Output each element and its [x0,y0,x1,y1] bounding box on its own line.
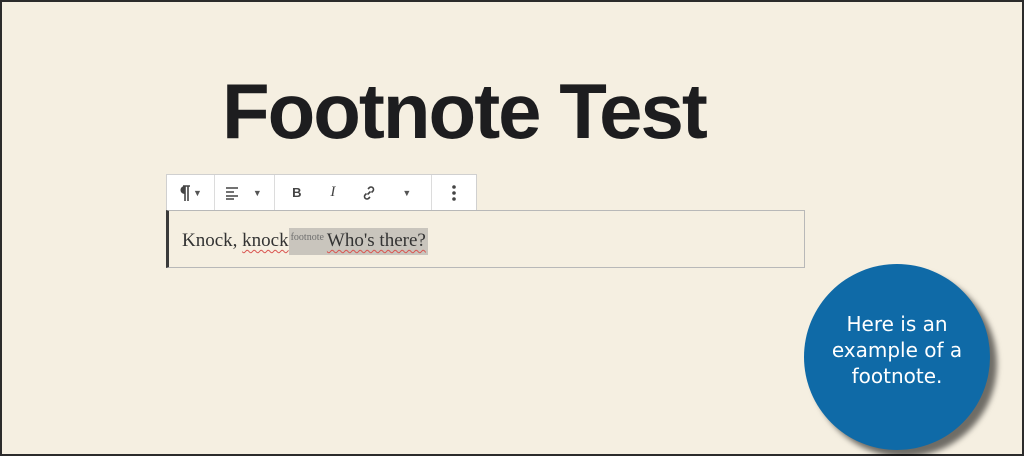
footnote-content: Who's there? [326,230,426,251]
vertical-ellipsis-icon [452,184,456,201]
link-icon [363,185,375,200]
paragraph-block-button[interactable]: ▼ [173,179,208,207]
misspelled-word: knock [242,230,289,251]
footnote-shortcode[interactable]: footnote Who's there? [288,228,428,255]
more-formatting-button[interactable]: ▼ [393,179,421,207]
link-button[interactable] [353,179,385,207]
chevron-down-icon: ▼ [193,187,202,198]
align-left-icon [225,186,238,200]
alignment-group: ▼ [215,175,275,210]
callout-bubble: Here is an example of a footnote. [804,264,990,450]
footnote-label: footnote [290,232,324,243]
italic-button[interactable]: I [317,179,349,207]
bold-button[interactable]: B [281,179,313,207]
options-group [432,175,476,210]
block-toolbar: ▼ ▼ B I ▼ [166,174,477,210]
align-button[interactable]: ▼ [221,179,268,207]
paragraph-block-editor[interactable]: Knock, knock footnote Who's there? [166,210,805,268]
callout-text: Here is an example of a footnote. [831,312,963,388]
text-before-footnote: Knock, knock [182,230,289,251]
page-title: Footnote Test [222,67,708,155]
more-options-button[interactable] [438,179,470,207]
pilcrow-icon [180,184,190,201]
block-type-group: ▼ [167,175,215,210]
chevron-down-icon: ▼ [252,187,262,198]
formatting-group: B I ▼ [275,175,432,210]
paragraph-text[interactable]: Knock, knock footnote Who's there? [182,228,428,255]
